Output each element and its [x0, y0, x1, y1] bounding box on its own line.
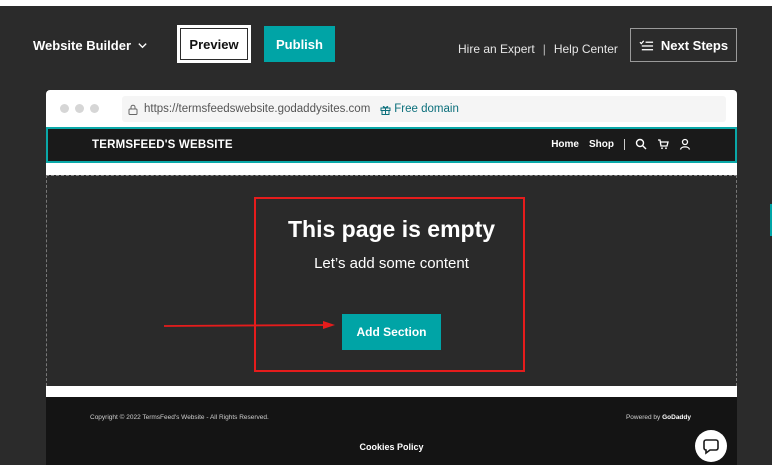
add-section-label: Add Section [356, 325, 427, 339]
next-steps-list-icon [639, 39, 653, 50]
publish-button[interactable]: Publish [264, 26, 335, 62]
free-domain-link[interactable]: Free domain [380, 103, 459, 115]
window-dot [75, 104, 84, 113]
window-dots [60, 104, 99, 113]
chat-icon [703, 439, 719, 455]
footer-powered-by: Powered by GoDaddy [626, 414, 691, 421]
chat-button[interactable] [695, 430, 727, 462]
powered-by-prefix: Powered by [625, 414, 661, 421]
user-icon[interactable] [679, 138, 691, 150]
website-builder-editor: Website Builder Preview Publish Hire an … [0, 6, 772, 465]
browser-address-bar: https://termsfeedswebsite.godaddysites.c… [46, 90, 737, 127]
preview-button[interactable]: Preview [177, 25, 251, 63]
empty-page-title: This page is empty [287, 216, 496, 242]
top-links: Hire an Expert | Help Center [458, 42, 618, 56]
help-center-link[interactable]: Help Center [554, 42, 618, 56]
empty-page-subtitle: Let’s add some content [314, 255, 469, 272]
nav-home[interactable]: Home [551, 139, 579, 150]
site-preview-frame: https://termsfeedswebsite.godaddysites.c… [46, 90, 737, 465]
preview-button-inner: Preview [180, 28, 248, 60]
website-builder-menu[interactable]: Website Builder [33, 38, 148, 53]
nav-divider [624, 138, 625, 150]
site-title: TERMSFEED'S WEBSITE [92, 139, 233, 151]
footer-divider [46, 386, 737, 397]
window-dot [90, 104, 99, 113]
hire-expert-link[interactable]: Hire an Expert [458, 42, 535, 56]
powered-by-brand[interactable]: GoDaddy [662, 414, 691, 421]
site-nav: Home Shop [551, 138, 691, 150]
window-dot [60, 104, 69, 113]
free-domain-label: Free domain [394, 103, 459, 115]
url-field: https://termsfeedswebsite.godaddysites.c… [122, 96, 726, 122]
scroll-indicator [770, 204, 772, 236]
cookies-policy-link[interactable]: Cookies Policy [46, 442, 737, 452]
chevron-down-icon [138, 43, 147, 49]
annotation-arrow [164, 321, 335, 329]
gift-icon [380, 105, 391, 115]
search-icon[interactable] [635, 138, 647, 150]
add-section-button[interactable]: Add Section [342, 314, 441, 350]
site-header[interactable]: TERMSFEED'S WEBSITE Home Shop [46, 127, 737, 163]
brand-label: Website Builder [33, 38, 132, 53]
section-divider [46, 163, 737, 175]
cart-icon[interactable] [657, 138, 669, 150]
link-separator: | [542, 42, 546, 56]
publish-label: Publish [276, 36, 323, 52]
nav-shop[interactable]: Shop [589, 139, 614, 150]
preview-label: Preview [189, 36, 239, 52]
url-text: https://termsfeedswebsite.godaddysites.c… [144, 103, 371, 115]
footer-copyright: Copyright © 2022 TermsFeed's Website - A… [90, 414, 269, 421]
next-steps-label: Next Steps [660, 37, 729, 53]
site-footer[interactable]: Copyright © 2022 TermsFeed's Website - A… [46, 397, 737, 465]
next-steps-button[interactable]: Next Steps [630, 28, 737, 62]
lock-icon [128, 104, 138, 115]
